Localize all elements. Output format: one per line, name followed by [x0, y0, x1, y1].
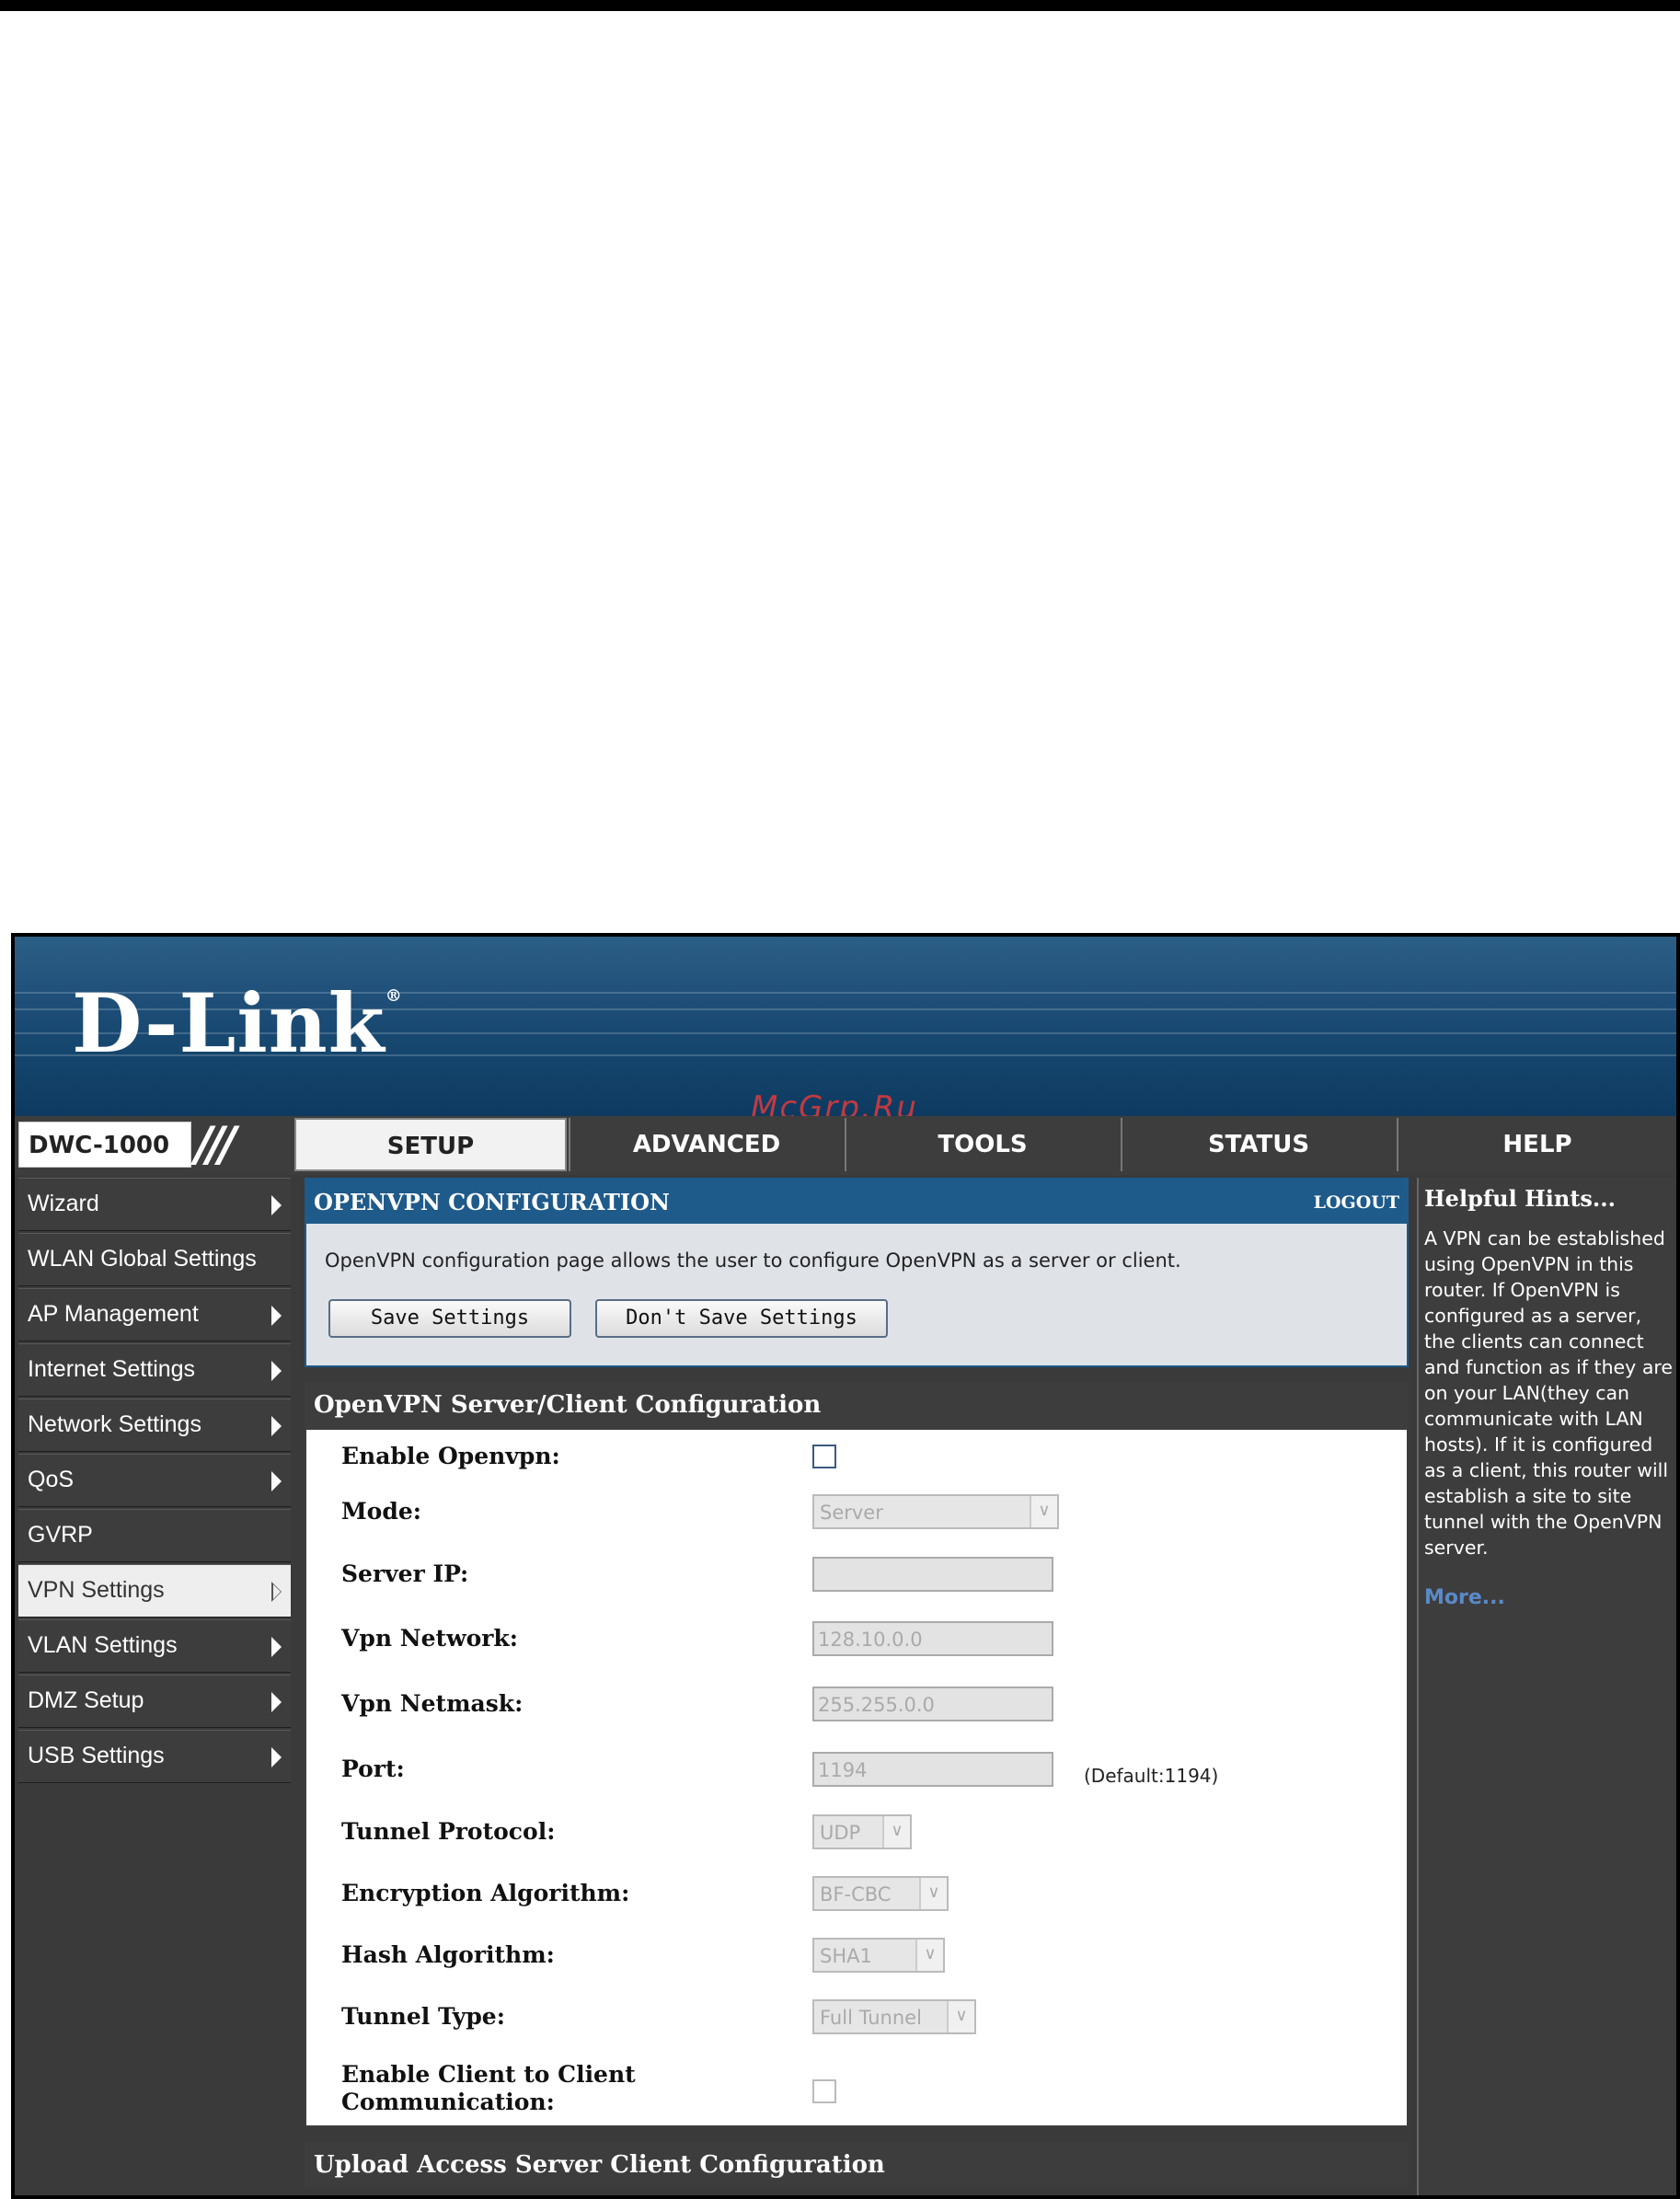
sidebar-item-gvrp[interactable]: GVRP	[18, 1509, 291, 1562]
more-link[interactable]: More...	[1424, 1586, 1505, 1609]
page-title: OPENVPN CONFIGURATION	[314, 1189, 670, 1215]
tab-tools[interactable]: TOOLS	[845, 1118, 1119, 1171]
chevron-down-icon: ∨	[1030, 1496, 1057, 1527]
label-mode: Mode:	[341, 1498, 421, 1525]
section-header-upload: Upload Access Server Client Configuratio…	[305, 2142, 1409, 2188]
sidebar-item-qos[interactable]: QoS	[18, 1454, 291, 1507]
top-black-bar	[0, 0, 1680, 11]
chevron-down-icon: ∨	[882, 1816, 910, 1848]
chevron-right-icon	[271, 1747, 282, 1767]
sidebar-item-ap-management[interactable]: AP Management	[18, 1288, 291, 1341]
vpn-network-input[interactable]: 128.10.0.0	[812, 1621, 1053, 1656]
label-vpn-network: Vpn Network:	[341, 1625, 518, 1652]
mode-select[interactable]: Server ∨	[812, 1494, 1059, 1529]
label-enable-openvpn: Enable Openvpn:	[341, 1443, 560, 1469]
main-content: OPENVPN CONFIGURATION LOGOUT OpenVPN con…	[305, 1178, 1409, 2195]
sidebar-item-vlan-settings[interactable]: VLAN Settings	[18, 1619, 291, 1673]
client-to-client-checkbox[interactable]	[812, 2079, 836, 2103]
sidebar-item-wlan-global-settings[interactable]: WLAN Global Settings	[18, 1233, 291, 1286]
tab-setup[interactable]: SETUP	[294, 1118, 567, 1171]
sidebar-item-usb-settings[interactable]: USB Settings	[18, 1730, 291, 1783]
server-ip-input[interactable]	[812, 1557, 1053, 1592]
label-server-ip: Server IP:	[341, 1560, 469, 1587]
chevron-right-icon	[271, 1306, 282, 1326]
chevron-right-icon	[271, 1361, 282, 1381]
page-description: OpenVPN configuration page allows the us…	[325, 1249, 1181, 1272]
dlink-banner: D-Link® McGrp.Ru	[15, 937, 1676, 1116]
helpful-hints-panel: Helpful Hints... A VPN can be establishe…	[1417, 1178, 1676, 2195]
hash-algorithm-select[interactable]: SHA1 ∨	[812, 1938, 945, 1973]
chevron-down-icon: ∨	[915, 1940, 943, 1971]
watermark: McGrp.Ru	[751, 1089, 918, 1116]
sidebar-item-dmz-setup[interactable]: DMZ Setup	[18, 1675, 291, 1728]
chevron-right-icon	[271, 1416, 282, 1436]
tab-status[interactable]: STATUS	[1121, 1118, 1395, 1171]
sidebar-item-wizard[interactable]: Wizard	[18, 1178, 291, 1231]
label-tunnel-protocol: Tunnel Protocol:	[341, 1818, 556, 1845]
tunnel-protocol-select[interactable]: UDP ∨	[812, 1814, 912, 1849]
label-tunnel-type: Tunnel Type:	[341, 2003, 505, 2030]
tab-help[interactable]: HELP	[1397, 1118, 1676, 1171]
router-admin-window: D-Link® McGrp.Ru DWC-1000 /// SETUP ADVA…	[11, 933, 1680, 2199]
sidebar-item-internet-settings[interactable]: Internet Settings	[18, 1343, 291, 1397]
tunnel-type-select[interactable]: Full Tunnel ∨	[812, 1999, 976, 2034]
tab-advanced[interactable]: ADVANCED	[569, 1118, 843, 1171]
chevron-down-icon: ∨	[919, 1878, 947, 1909]
save-settings-button[interactable]: Save Settings	[328, 1299, 571, 1338]
config-intro: OpenVPN configuration page allows the us…	[305, 1224, 1409, 1367]
dlink-logo: D-Link®	[72, 975, 403, 1071]
slash-decoration: ///	[195, 1117, 236, 1172]
chevron-down-icon: ∨	[947, 2001, 974, 2032]
chevron-right-icon	[271, 1195, 282, 1215]
section-header-server-client: OpenVPN Server/Client Configuration	[305, 1382, 1409, 1428]
model-badge: DWC-1000 ///	[15, 1118, 291, 1171]
chevron-right-icon	[271, 1692, 282, 1712]
model-name: DWC-1000	[18, 1122, 191, 1168]
chevron-right-icon	[271, 1637, 282, 1657]
config-header: OPENVPN CONFIGURATION LOGOUT	[305, 1178, 1409, 1224]
vpn-netmask-input[interactable]: 255.255.0.0	[812, 1687, 1053, 1721]
port-input[interactable]: 1194	[812, 1752, 1053, 1787]
hints-title: Helpful Hints...	[1424, 1185, 1616, 1212]
label-port: Port:	[341, 1756, 405, 1782]
encryption-algorithm-select[interactable]: BF-CBC ∨	[812, 1876, 949, 1911]
chevron-right-outline-icon	[271, 1582, 282, 1602]
label-encryption-algorithm: Encryption Algorithm:	[341, 1880, 630, 1906]
port-default-note: (Default:1194)	[1084, 1765, 1219, 1787]
label-vpn-netmask: Vpn Netmask:	[341, 1690, 524, 1717]
enable-openvpn-checkbox[interactable]	[812, 1445, 836, 1468]
hints-text: A VPN can be established using OpenVPN i…	[1424, 1227, 1673, 1559]
logout-link[interactable]: LOGOUT	[1314, 1192, 1399, 1213]
dont-save-settings-button[interactable]: Don't Save Settings	[595, 1299, 888, 1338]
label-client-to-client: Enable Client to Client Communication:	[341, 2061, 636, 2115]
top-nav: DWC-1000 /// SETUP ADVANCED TOOLS STATUS…	[15, 1116, 1676, 1175]
sidebar-item-network-settings[interactable]: Network Settings	[18, 1399, 291, 1452]
label-hash-algorithm: Hash Algorithm:	[341, 1941, 555, 1968]
openvpn-form: Enable Openvpn: Mode: Server ∨ Server IP…	[305, 1428, 1409, 2127]
sidebar-item-vpn-settings[interactable]: VPN Settings	[18, 1564, 291, 1618]
chevron-right-icon	[271, 1471, 282, 1491]
sidebar: Wizard WLAN Global Settings AP Managemen…	[18, 1178, 291, 1785]
